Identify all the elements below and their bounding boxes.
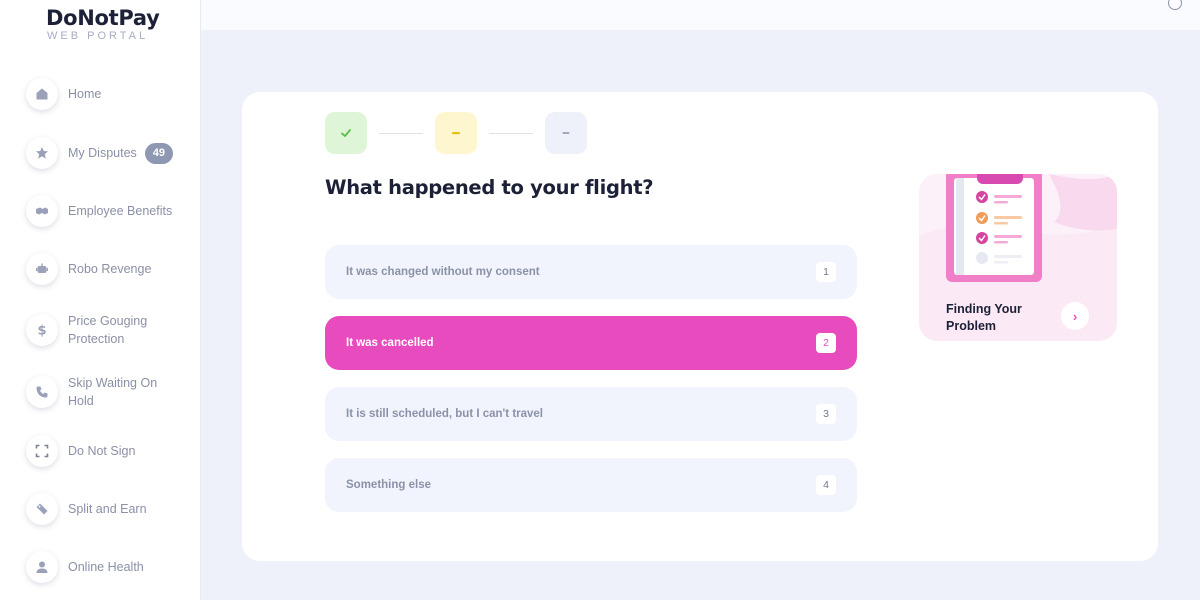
sidebar-item-label: My Disputes xyxy=(68,146,137,160)
sidebar-item-home[interactable]: Home xyxy=(26,78,168,110)
option-label: Something else xyxy=(346,479,431,491)
scan-icon xyxy=(26,435,58,467)
option-label: It was cancelled xyxy=(346,337,434,349)
option-number: 4 xyxy=(816,475,836,495)
option-something-else[interactable]: Something else 4 xyxy=(325,458,857,512)
step-2-current xyxy=(435,112,477,154)
user-account-icon[interactable] xyxy=(1168,0,1182,10)
sidebar-item-robo-revenge[interactable]: Robo Revenge xyxy=(26,253,168,285)
sidebar-item-label: Home xyxy=(68,87,102,101)
dollar-icon: $ xyxy=(26,314,58,346)
dash-icon xyxy=(562,132,570,134)
sidebar-item-label: Split and Earn xyxy=(68,502,147,516)
option-changed-without-consent[interactable]: It was changed without my consent 1 xyxy=(325,245,857,299)
step-connector xyxy=(489,133,533,134)
star-icon xyxy=(26,137,58,169)
robot-icon xyxy=(26,253,58,285)
brand-subtitle: WEB PORTAL xyxy=(47,30,149,42)
sidebar-item-label: Do Not Sign xyxy=(68,444,136,458)
brand-logo[interactable]: DoNotPay WEB PORTAL xyxy=(46,6,160,42)
sidebar-item-my-disputes[interactable]: My Disputes 49 xyxy=(26,137,174,169)
sidebar-item-label: Robo Revenge xyxy=(68,262,152,276)
step-1-done xyxy=(325,112,367,154)
home-icon xyxy=(26,78,58,110)
finding-your-problem-card[interactable]: Finding Your Problem › xyxy=(919,174,1117,341)
option-number: 2 xyxy=(816,333,836,353)
option-number: 1 xyxy=(816,262,836,282)
option-still-scheduled[interactable]: It is still scheduled, but I can't trave… xyxy=(325,387,857,441)
top-bar xyxy=(201,0,1200,30)
sidebar-item-split-and-earn[interactable]: Split and Earn xyxy=(26,493,168,525)
sidebar-item-skip-waiting-on-hold[interactable]: Skip Waiting On Hold xyxy=(26,374,168,410)
option-cancelled[interactable]: It was cancelled 2 xyxy=(325,316,857,370)
handshake-icon xyxy=(26,195,58,227)
sidebar: DoNotPay WEB PORTAL Home My Disputes 49 … xyxy=(0,0,201,600)
option-label: It is still scheduled, but I can't trave… xyxy=(346,408,544,420)
phone-icon xyxy=(26,376,58,408)
sidebar-item-label: Skip Waiting On Hold xyxy=(68,376,158,408)
sidebar-item-employee-benefits[interactable]: Employee Benefits xyxy=(26,195,188,227)
sidebar-item-do-not-sign[interactable]: Do Not Sign xyxy=(26,435,168,467)
sidebar-item-label: Employee Benefits xyxy=(68,204,173,218)
option-label: It was changed without my consent xyxy=(346,266,540,278)
option-number: 3 xyxy=(816,404,836,424)
help-card-title: Finding Your Problem xyxy=(946,302,1022,333)
step-3-pending xyxy=(545,112,587,154)
sidebar-item-online-health[interactable]: Online Health xyxy=(26,551,168,583)
disputes-count-badge: 49 xyxy=(144,142,174,164)
person-icon xyxy=(26,551,58,583)
tag-icon xyxy=(26,493,58,525)
sidebar-item-label: Online Health xyxy=(68,560,144,574)
sidebar-item-label: Price Gouging Protection xyxy=(68,314,148,346)
brand-name: DoNotPay xyxy=(46,6,160,30)
step-connector xyxy=(379,133,423,134)
svg-text:$: $ xyxy=(37,324,46,338)
dash-icon xyxy=(452,132,460,135)
check-icon xyxy=(341,129,351,137)
chevron-right-icon[interactable]: › xyxy=(1061,302,1089,330)
page-title: What happened to your flight? xyxy=(325,176,654,199)
sidebar-item-price-gouging-protection[interactable]: $ Price Gouging Protection xyxy=(26,312,168,348)
